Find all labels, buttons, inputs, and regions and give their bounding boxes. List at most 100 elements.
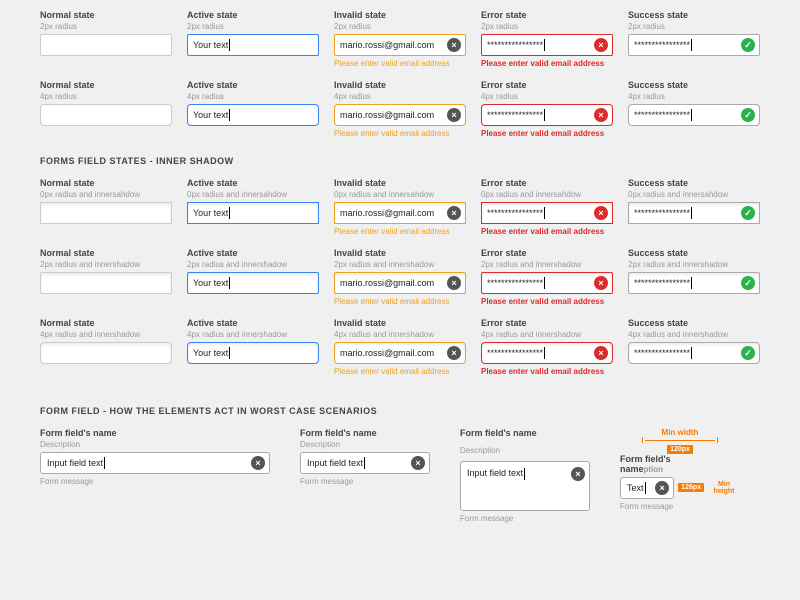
annotation-min-height: Min height [708, 481, 740, 495]
state-title: Active state [187, 10, 319, 20]
form-message: Form message [460, 514, 590, 523]
field-name: Form field'snameption [620, 455, 740, 475]
text-input[interactable]: Input field text × [300, 452, 430, 474]
clear-icon[interactable]: × [411, 456, 425, 470]
state-sublabel: 2px radius and innershadow [481, 260, 613, 269]
text-input[interactable]: mario.rossi@gmail.com × [334, 34, 466, 56]
state-sublabel: 2px radius and innershadow [334, 260, 466, 269]
state-sublabel: 0px radius and innersahdow [187, 190, 319, 199]
state-title: Error state [481, 178, 613, 188]
text-input[interactable]: **************** ✓ [628, 104, 760, 126]
success-icon: ✓ [741, 276, 755, 290]
input-value: **************** [634, 278, 690, 288]
success-state-cell: Success state 0px radius and innersahdow… [628, 178, 760, 236]
text-input[interactable]: mario.rossi@gmail.com × [334, 342, 466, 364]
success-state-cell: Success state 4px radius and innershadow… [628, 318, 760, 376]
input-value: mario.rossi@gmail.com [340, 208, 434, 218]
section-title-worst-case: FORM FIELD - HOW THE ELEMENTS ACT IN WOR… [40, 406, 760, 416]
state-sublabel: 0px radius and innersahdow [40, 190, 172, 199]
annotation-height-value: 126px [678, 483, 704, 492]
input-value: Input field text [467, 468, 523, 478]
text-input[interactable]: mario.rossi@gmail.com × [334, 202, 466, 224]
clear-icon[interactable]: × [447, 108, 461, 122]
state-title: Error state [481, 10, 613, 20]
guide-line [642, 437, 643, 443]
text-input[interactable] [40, 104, 172, 126]
text-input[interactable]: Your text [187, 34, 319, 56]
text-input[interactable]: **************** × [481, 202, 613, 224]
text-input[interactable]: Input field text × [40, 452, 270, 474]
text-input[interactable]: Your text [187, 272, 319, 294]
caret-icon [544, 207, 545, 219]
text-input[interactable]: **************** ✓ [628, 34, 760, 56]
text-input[interactable]: **************** × [481, 342, 613, 364]
text-input[interactable]: **************** ✓ [628, 342, 760, 364]
active-state-cell: Active state 4px radius Your text [187, 80, 319, 138]
normal-state-cell: Normal state 2px radius [40, 10, 172, 68]
text-input[interactable]: **************** × [481, 104, 613, 126]
state-row: Normal state 4px radius Active state 4px… [40, 80, 760, 138]
text-input[interactable] [40, 272, 172, 294]
caret-icon [229, 277, 230, 289]
text-input[interactable]: **************** × [481, 34, 613, 56]
worst-case-cell-annotated: Min width 120px Form field'snameption Te… [620, 428, 740, 511]
text-input[interactable]: Your text [187, 342, 319, 364]
caret-icon [229, 109, 230, 121]
caret-icon [691, 347, 692, 359]
error-state-cell: Error state 4px radius **************** … [481, 80, 613, 138]
input-value: Your text [193, 40, 228, 50]
text-input[interactable]: **************** ✓ [628, 202, 760, 224]
normal-state-cell: Normal state 0px radius and innersahdow [40, 178, 172, 236]
success-state-cell: Success state 2px radius and innershadow… [628, 248, 760, 306]
state-sublabel: 4px radius and innershadow [628, 330, 760, 339]
input-value: **************** [487, 348, 543, 358]
state-title: Success state [628, 248, 760, 258]
field-description: Description [300, 440, 430, 449]
active-state-cell: Active state 4px radius and innershadow … [187, 318, 319, 376]
text-input[interactable]: mario.rossi@gmail.com × [334, 104, 466, 126]
clear-icon[interactable]: × [447, 38, 461, 52]
caret-icon [544, 109, 545, 121]
clear-icon[interactable]: × [571, 467, 585, 481]
guide-line [645, 440, 715, 441]
clear-icon[interactable]: × [251, 456, 265, 470]
invalid-state-cell: Invalid state 4px radius and innershadow… [334, 318, 466, 376]
worst-case-row: Form field's name Description Input fiel… [40, 428, 760, 523]
clear-icon[interactable]: × [447, 276, 461, 290]
input-value: Your text [193, 110, 228, 120]
text-input[interactable] [40, 34, 172, 56]
clear-icon[interactable]: × [447, 346, 461, 360]
clear-icon[interactable]: × [655, 481, 669, 495]
clear-icon[interactable]: × [447, 206, 461, 220]
text-input[interactable] [40, 342, 172, 364]
active-state-cell: Active state 0px radius and innersahdow … [187, 178, 319, 236]
states-group-innershadow: Normal state 0px radius and innersahdow … [40, 178, 760, 376]
state-sublabel: 4px radius [334, 92, 466, 101]
text-input[interactable]: Your text [187, 104, 319, 126]
form-message: Form message [40, 477, 270, 486]
success-state-cell: Success state 4px radius ***************… [628, 80, 760, 138]
text-input[interactable]: Your text [187, 202, 319, 224]
input-value: **************** [487, 110, 543, 120]
text-input[interactable]: Text × [620, 477, 674, 499]
state-title: Error state [481, 248, 613, 258]
text-input[interactable]: **************** ✓ [628, 272, 760, 294]
input-value: Your text [193, 208, 228, 218]
state-title: Invalid state [334, 80, 466, 90]
state-sublabel: 0px radius and innersahdow [334, 190, 466, 199]
caret-icon [691, 277, 692, 289]
error-state-cell: Error state 2px radius and innershadow *… [481, 248, 613, 306]
state-title: Error state [481, 318, 613, 328]
error-state-cell: Error state 4px radius and innershadow *… [481, 318, 613, 376]
validation-message: Please enter valid email address [481, 227, 613, 236]
error-icon: × [594, 276, 608, 290]
text-input[interactable]: **************** × [481, 272, 613, 294]
validation-message: Please enter valid email address [481, 129, 613, 138]
caret-icon [524, 468, 525, 480]
text-input[interactable]: mario.rossi@gmail.com × [334, 272, 466, 294]
text-input[interactable] [40, 202, 172, 224]
state-title: Invalid state [334, 248, 466, 258]
error-icon: × [594, 206, 608, 220]
text-input[interactable]: Input field text × [460, 461, 590, 511]
state-title: Success state [628, 80, 760, 90]
